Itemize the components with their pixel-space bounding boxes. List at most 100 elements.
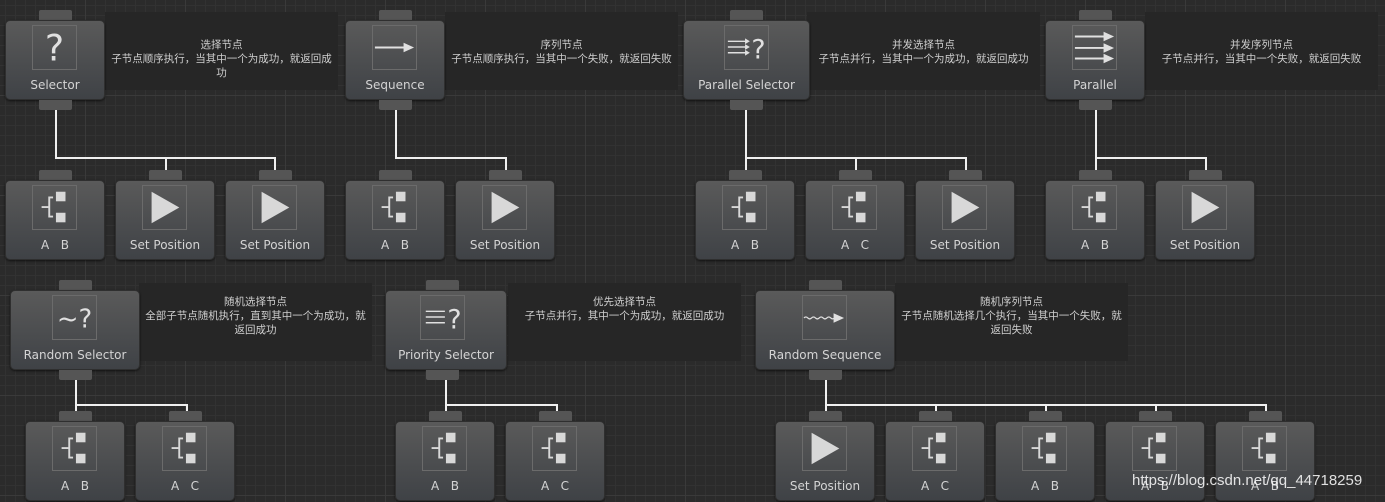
input-port bbox=[59, 280, 92, 290]
child-node[interactable]: A B bbox=[1105, 411, 1205, 501]
play-icon bbox=[482, 185, 527, 230]
random-arrow-icon bbox=[802, 295, 847, 340]
input-port bbox=[1249, 411, 1282, 421]
priority-question-icon bbox=[420, 295, 465, 340]
node-label: A B bbox=[1031, 479, 1059, 493]
branch-icon bbox=[422, 426, 467, 471]
input-port bbox=[1079, 170, 1112, 180]
node-label: Priority Selector bbox=[398, 348, 494, 362]
branch-icon bbox=[52, 426, 97, 471]
output-port[interactable] bbox=[426, 370, 459, 380]
child-node[interactable]: A B bbox=[5, 170, 105, 260]
desc-title: 并发序列节点 bbox=[1230, 39, 1293, 51]
desc-title: 优先选择节点 bbox=[593, 296, 656, 308]
input-port bbox=[426, 280, 459, 290]
play-icon bbox=[942, 185, 987, 230]
input-port bbox=[379, 10, 412, 20]
output-port[interactable] bbox=[39, 100, 72, 110]
input-port bbox=[259, 170, 292, 180]
input-port bbox=[379, 170, 412, 180]
child-node[interactable]: A B bbox=[345, 170, 445, 260]
child-node[interactable]: Set Position bbox=[775, 411, 875, 501]
child-node[interactable]: Set Position bbox=[115, 170, 215, 260]
input-port bbox=[949, 170, 982, 180]
input-port bbox=[809, 280, 842, 290]
node-label: Set Position bbox=[239, 238, 311, 252]
desc-title: 随机序列节点 bbox=[980, 296, 1043, 308]
description-panel: 随机序列节点 子节点随机选择几个执行，当其中一个失败，就返回失败 bbox=[895, 283, 1128, 361]
description-panel: 并发序列节点 子节点并行，当其中一个失败，就返回失败 bbox=[1145, 12, 1378, 90]
random-question-icon bbox=[52, 295, 97, 340]
node-label: Set Position bbox=[789, 479, 861, 493]
child-node[interactable]: Set Position bbox=[455, 170, 555, 260]
input-port bbox=[59, 411, 92, 421]
child-node[interactable]: Set Position bbox=[225, 170, 325, 260]
node-label: A B bbox=[41, 238, 69, 252]
input-port bbox=[729, 170, 762, 180]
input-port bbox=[169, 411, 202, 421]
description-panel: 并发选择节点 子节点并行，当其中一个为成功，就返回成功 bbox=[807, 12, 1040, 90]
output-port[interactable] bbox=[809, 370, 842, 380]
child-node[interactable]: A B bbox=[1045, 170, 1145, 260]
child-node[interactable]: A B bbox=[1215, 411, 1315, 501]
parallel-question-icon bbox=[724, 25, 769, 70]
branch-icon bbox=[1022, 426, 1067, 471]
node-label: Random Sequence bbox=[768, 348, 882, 362]
branch-icon bbox=[162, 426, 207, 471]
branch-icon bbox=[532, 426, 577, 471]
child-node[interactable]: Set Position bbox=[915, 170, 1015, 260]
branch-icon bbox=[1242, 426, 1287, 471]
child-node[interactable]: A B bbox=[395, 411, 495, 501]
node-label: A B bbox=[61, 479, 89, 493]
desc-title: 选择节点 bbox=[200, 39, 243, 51]
input-port bbox=[1029, 411, 1062, 421]
desc-text: 子节点并行，其中一个为成功，就返回成功 bbox=[524, 310, 725, 322]
branch-icon bbox=[32, 185, 77, 230]
sequence-node[interactable]: Sequence bbox=[345, 10, 445, 110]
child-node[interactable]: A C bbox=[885, 411, 985, 501]
child-node[interactable]: Set Position bbox=[1155, 170, 1255, 260]
random-selector-node[interactable]: Random Selector bbox=[10, 280, 140, 380]
desc-text: 子节点顺序执行，当其中一个为成功，就返回成功 bbox=[111, 53, 332, 79]
input-port bbox=[1189, 170, 1222, 180]
play-icon bbox=[802, 426, 847, 471]
node-label: Selector bbox=[30, 78, 80, 92]
input-port bbox=[39, 10, 72, 20]
branch-icon bbox=[372, 185, 417, 230]
priority-selector-node[interactable]: Priority Selector bbox=[385, 280, 507, 380]
description-panel: 选择节点 子节点顺序执行，当其中一个为成功，就返回成功 bbox=[105, 12, 338, 90]
parallel-arrows-icon bbox=[1072, 25, 1117, 70]
node-label: A B bbox=[431, 479, 459, 493]
output-port[interactable] bbox=[730, 100, 763, 110]
selector-node[interactable]: Selector bbox=[5, 10, 105, 110]
child-node[interactable]: A C bbox=[505, 411, 605, 501]
child-node[interactable]: A C bbox=[135, 411, 235, 501]
input-port bbox=[730, 10, 763, 20]
input-port bbox=[429, 411, 462, 421]
random-sequence-node[interactable]: Random Sequence bbox=[755, 280, 895, 380]
branch-icon bbox=[912, 426, 957, 471]
output-port[interactable] bbox=[1079, 100, 1112, 110]
desc-text: 子节点顺序执行，当其中一个失败，就返回失败 bbox=[451, 53, 672, 65]
node-label: Set Position bbox=[1169, 238, 1241, 252]
child-node[interactable]: A B bbox=[995, 411, 1095, 501]
output-port[interactable] bbox=[379, 100, 412, 110]
desc-text: 子节点随机选择几个执行，当其中一个失败，就返回失败 bbox=[901, 310, 1122, 336]
parallel-node[interactable]: Parallel bbox=[1045, 10, 1145, 110]
parallel-selector-node[interactable]: Parallel Selector bbox=[683, 10, 810, 110]
desc-title: 随机选择节点 bbox=[224, 296, 287, 308]
node-label: Random Selector bbox=[23, 348, 127, 362]
desc-title: 并发选择节点 bbox=[892, 39, 955, 51]
branch-icon bbox=[1072, 185, 1117, 230]
input-port bbox=[539, 411, 572, 421]
desc-text: 全部子节点随机执行，直到其中一个为成功，就返回成功 bbox=[145, 310, 366, 336]
description-panel: 优先选择节点 子节点并行，其中一个为成功，就返回成功 bbox=[508, 283, 741, 361]
node-label: A C bbox=[170, 479, 200, 493]
node-label: Parallel bbox=[1073, 78, 1117, 92]
node-label: Sequence bbox=[365, 78, 425, 92]
desc-title: 序列节点 bbox=[540, 39, 583, 51]
child-node[interactable]: A B bbox=[695, 170, 795, 260]
output-port[interactable] bbox=[59, 370, 92, 380]
child-node[interactable]: A B bbox=[25, 411, 125, 501]
child-node[interactable]: A C bbox=[805, 170, 905, 260]
